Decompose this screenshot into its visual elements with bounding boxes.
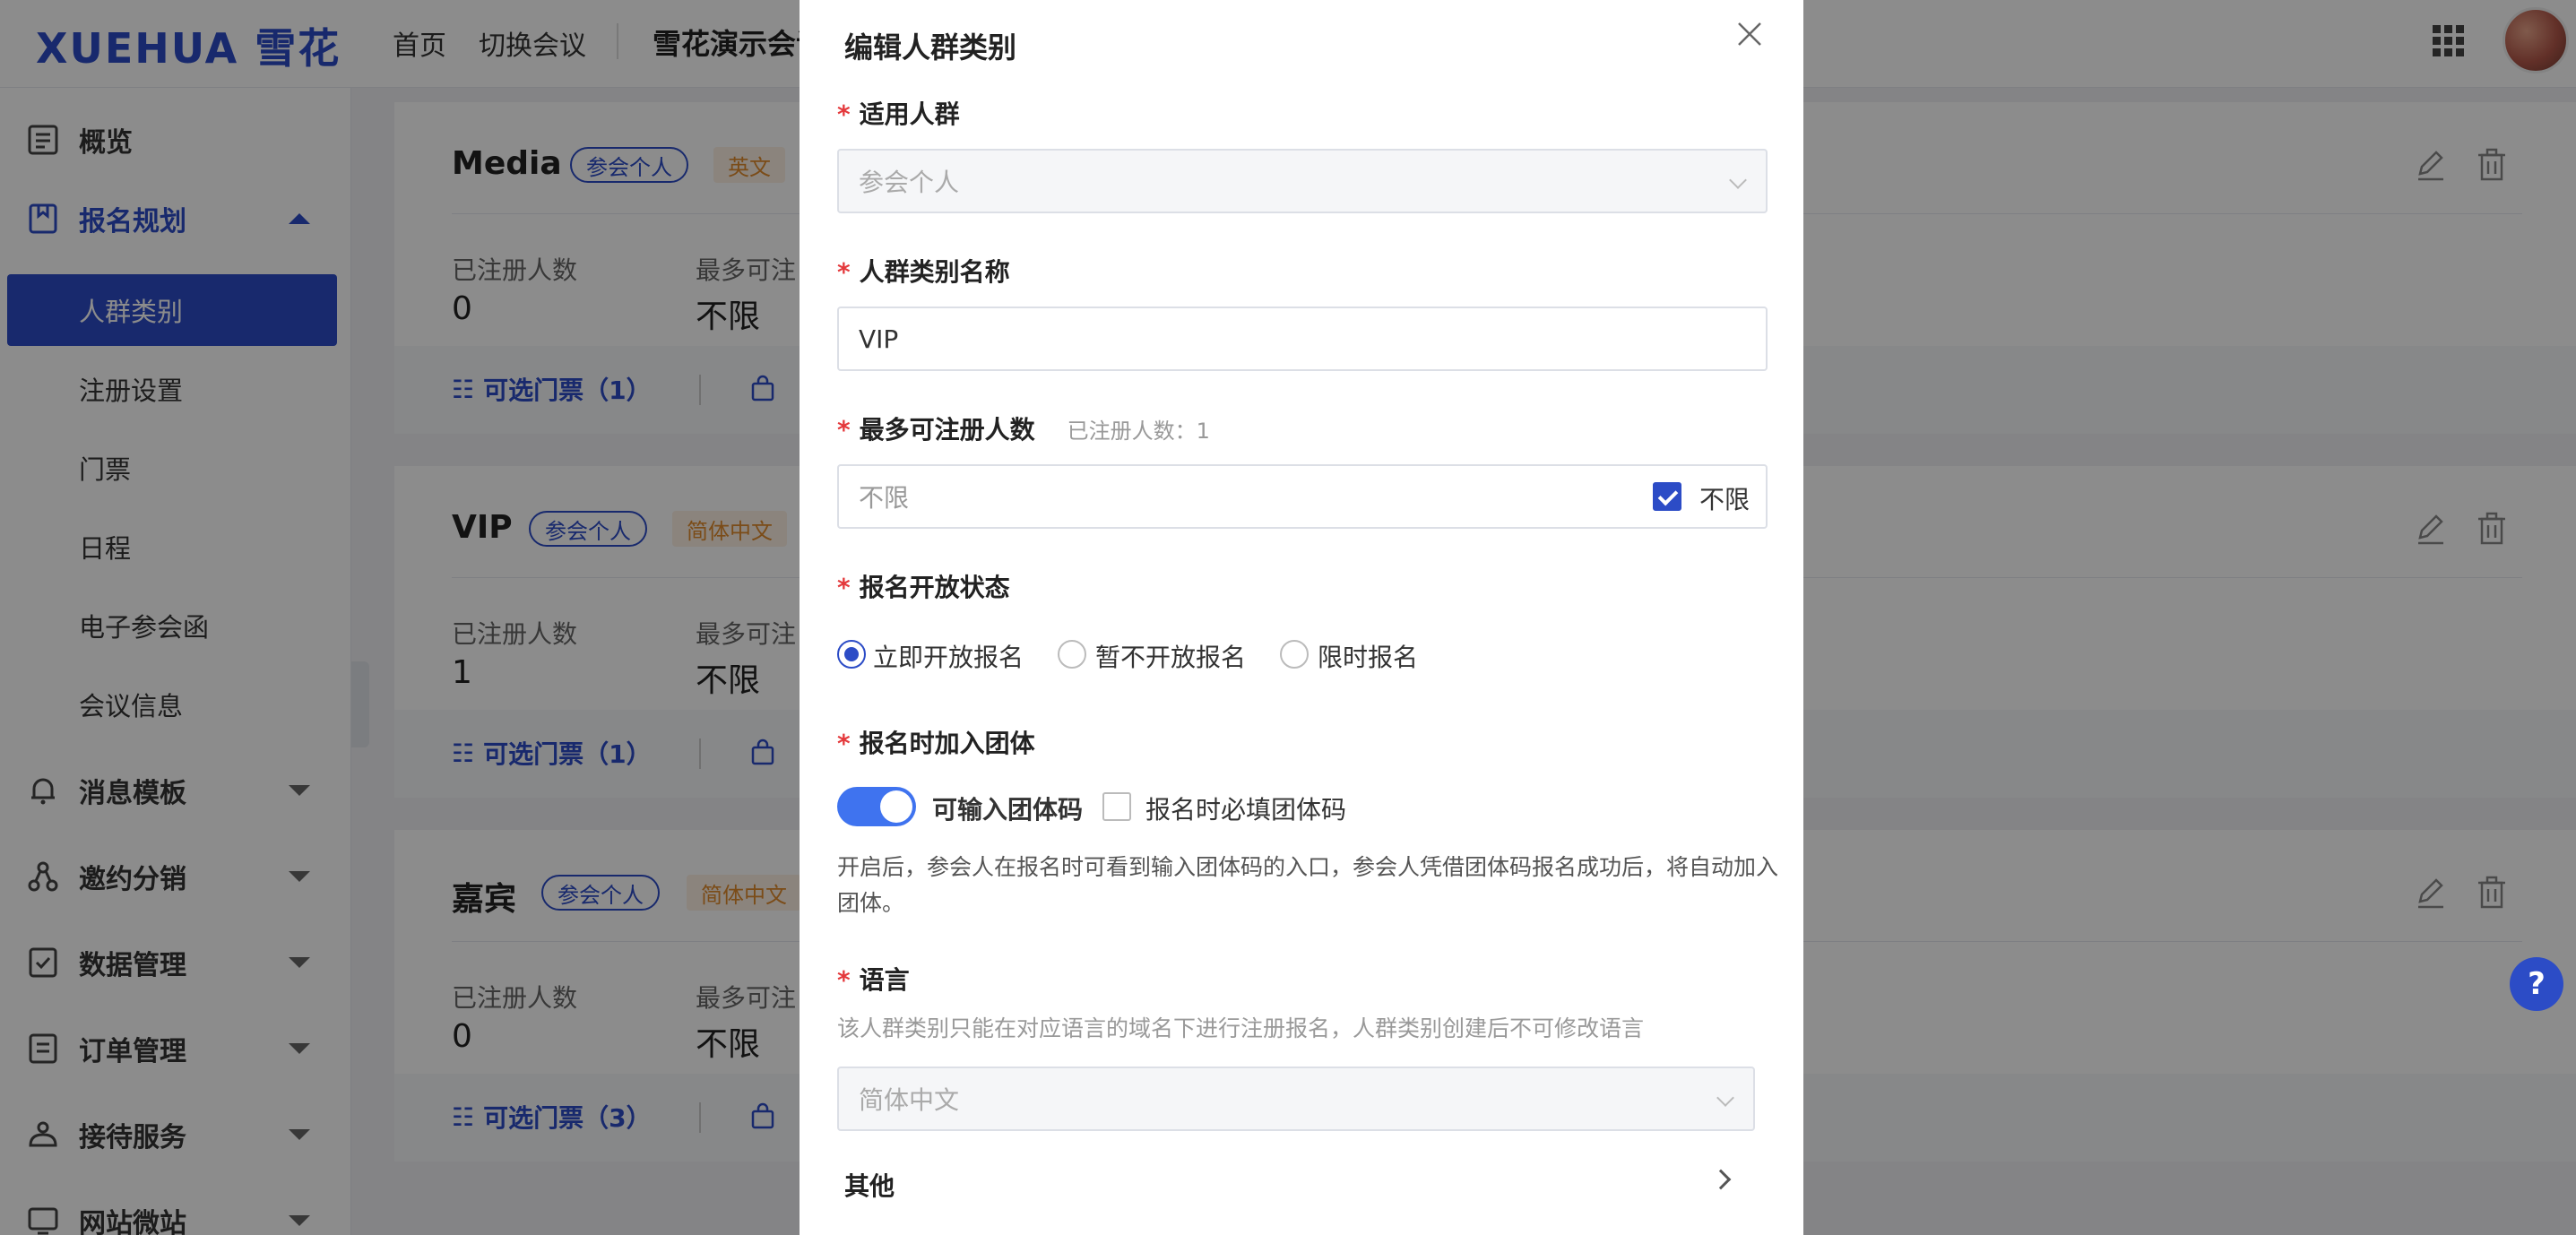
open-status-label-text: 报名开放状态 bbox=[859, 573, 1010, 602]
radio-time-limited[interactable] bbox=[1280, 640, 1309, 669]
language-value: 简体中文 bbox=[859, 1085, 960, 1115]
group-code-required-label[interactable]: 报名时必填团体码 bbox=[1145, 790, 1346, 826]
close-icon[interactable] bbox=[1732, 16, 1768, 52]
other-section-toggle[interactable]: 其他 bbox=[844, 1167, 895, 1203]
group-label: * 报名时加入团体 bbox=[837, 724, 1035, 760]
unlimited-checkbox[interactable] bbox=[1653, 482, 1681, 511]
radio-open-now[interactable] bbox=[837, 640, 866, 669]
radio-open-now-label[interactable]: 立即开放报名 bbox=[873, 638, 1024, 674]
language-description: 该人群类别只能在对应语言的域名下进行注册报名，人群类别创建后不可修改语言 bbox=[837, 1015, 1645, 1041]
unlimited-label: 不限 bbox=[1699, 485, 1750, 514]
language-select: 简体中文 bbox=[837, 1067, 1755, 1131]
category-name-label: * 人群类别名称 bbox=[837, 253, 1010, 289]
audience-select: 参会个人 bbox=[837, 149, 1768, 213]
required-mark: * bbox=[837, 415, 851, 445]
help-button[interactable]: ? bbox=[2510, 957, 2563, 1011]
language-label: * 语言 bbox=[837, 961, 910, 997]
radio-not-open-label[interactable]: 暂不开放报名 bbox=[1095, 638, 1246, 674]
max-registrants-input[interactable]: 不限 不限 bbox=[837, 464, 1768, 529]
group-code-toggle[interactable] bbox=[837, 787, 916, 826]
category-name-label-text: 人群类别名称 bbox=[859, 257, 1010, 287]
chevron-down-icon bbox=[1716, 1089, 1734, 1107]
group-code-toggle-label: 可输入团体码 bbox=[932, 795, 1084, 825]
registered-count-hint: 已注册人数：1 bbox=[1067, 419, 1210, 444]
audience-label-text: 适用人群 bbox=[859, 99, 960, 129]
max-registrants-label: * 最多可注册人数 已注册人数：1 bbox=[837, 410, 1210, 446]
group-description: 开启后，参会人在报名时可看到输入团体码的入口，参会人凭借团体码报名成功后，将自动… bbox=[837, 854, 1779, 916]
required-mark: * bbox=[837, 257, 851, 287]
audience-value: 参会个人 bbox=[859, 168, 960, 197]
language-label-text: 语言 bbox=[859, 965, 910, 995]
radio-not-open[interactable] bbox=[1058, 640, 1086, 669]
modal-title: 编辑人群类别 bbox=[844, 30, 1017, 65]
audience-label: * 适用人群 bbox=[837, 95, 960, 131]
radio-time-limited-label[interactable]: 限时报名 bbox=[1318, 638, 1418, 674]
chevron-down-icon bbox=[1729, 171, 1747, 189]
required-mark: * bbox=[837, 99, 851, 129]
category-name-value: VIP bbox=[859, 324, 899, 354]
chevron-right-icon[interactable] bbox=[1710, 1169, 1732, 1190]
edit-category-modal: 编辑人群类别 * 适用人群 参会个人 * 人群类别名称 VIP * 最多可注册人数 已注… bbox=[800, 0, 1803, 1235]
required-mark: * bbox=[837, 965, 851, 995]
required-mark: * bbox=[837, 729, 851, 758]
max-registrants-label-text: 最多可注册人数 bbox=[859, 415, 1035, 445]
category-name-input[interactable]: VIP bbox=[837, 307, 1768, 371]
open-status-label: * 报名开放状态 bbox=[837, 568, 1010, 604]
max-registrants-value: 不限 bbox=[859, 483, 910, 513]
group-code-required-checkbox[interactable] bbox=[1102, 792, 1131, 821]
required-mark: * bbox=[837, 573, 851, 602]
group-label-text: 报名时加入团体 bbox=[859, 729, 1035, 758]
